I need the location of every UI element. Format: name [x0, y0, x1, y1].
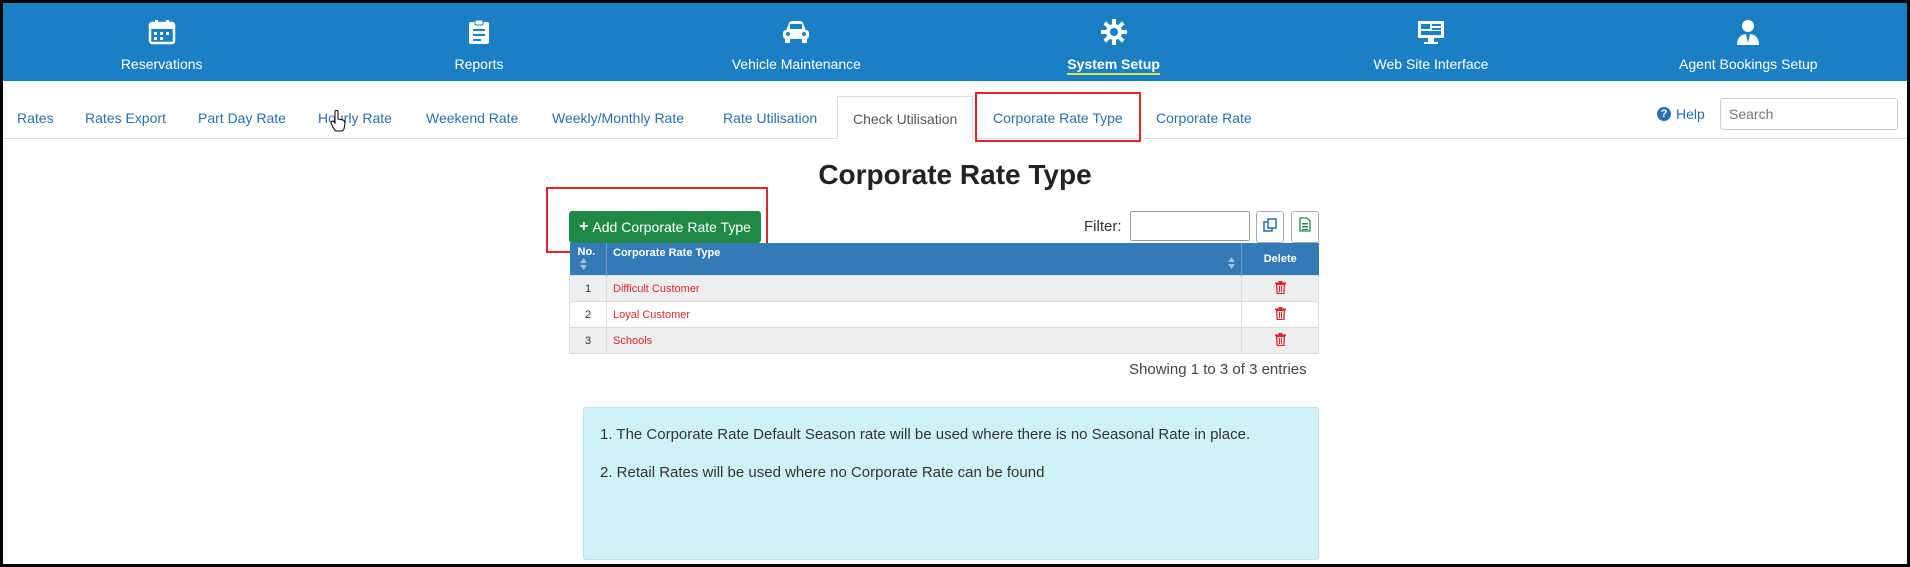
table-row: 1 Difficult Customer	[569, 275, 1319, 302]
info-alert: 1. The Corporate Rate Default Season rat…	[583, 407, 1319, 560]
calendar-icon	[147, 17, 177, 47]
hand-cursor-icon	[330, 110, 346, 137]
nav-vehicle-maintenance[interactable]: Vehicle Maintenance	[638, 3, 955, 81]
search-input[interactable]	[1720, 98, 1898, 130]
trash-icon	[1274, 332, 1286, 349]
trash-icon	[1274, 306, 1286, 323]
tab-corporate-rate[interactable]: Corporate Rate	[1156, 96, 1252, 138]
row-number: 3	[569, 327, 607, 354]
filter-label: Filter:	[1084, 218, 1122, 235]
nav-label: Agent Bookings Setup	[1679, 56, 1818, 72]
highlight-corporate-rate-type-tab	[975, 92, 1141, 142]
corporate-rate-type-link[interactable]: Schools	[606, 327, 1242, 354]
delete-button[interactable]	[1241, 301, 1319, 328]
top-navigation: Reservations Reports Vehicle Maintenance…	[3, 3, 1907, 81]
delete-button[interactable]	[1241, 275, 1319, 302]
table-info-text: Showing 1 to 3 of 3 entries	[1129, 361, 1307, 378]
nav-label: Reports	[454, 56, 504, 72]
app-window: Reservations Reports Vehicle Maintenance…	[3, 3, 1907, 564]
copy-icon	[1263, 217, 1277, 237]
nav-web-site-interface[interactable]: Web Site Interface	[1272, 3, 1589, 81]
export-excel-button[interactable]	[1291, 211, 1319, 243]
sort-icon	[579, 257, 587, 273]
nav-reports[interactable]: Reports	[320, 3, 637, 81]
nav-label: Reservations	[120, 56, 203, 72]
tab-rates[interactable]: Rates	[17, 96, 54, 138]
table-row: 3 Schools	[569, 327, 1319, 354]
info-line-1: 1. The Corporate Rate Default Season rat…	[600, 426, 1251, 443]
table-header-row: No. Corporate Rate Type Delete	[569, 243, 1319, 276]
help-link[interactable]: ? Help	[1657, 106, 1705, 122]
clipboard-icon	[464, 17, 494, 47]
nav-system-setup[interactable]: System Setup	[955, 3, 1272, 81]
column-header-delete: Delete	[1241, 243, 1319, 276]
row-number: 1	[569, 275, 607, 302]
nav-label: System Setup	[1067, 56, 1160, 75]
page-title: Corporate Rate Type	[818, 159, 1092, 190]
gear-icon	[1099, 17, 1129, 47]
tab-check-utilisation[interactable]: Check Utilisation	[837, 96, 974, 139]
corporate-rate-type-link[interactable]: Loyal Customer	[606, 301, 1242, 328]
tab-weekly-monthly-rate[interactable]: Weekly/Monthly Rate	[552, 96, 684, 138]
nav-label: Vehicle Maintenance	[731, 56, 861, 72]
nav-label: Web Site Interface	[1373, 56, 1489, 72]
table-row: 2 Loyal Customer	[569, 301, 1319, 328]
row-number: 2	[569, 301, 607, 328]
spreadsheet-icon	[1299, 217, 1311, 237]
tab-weekend-rate[interactable]: Weekend Rate	[426, 96, 518, 138]
tab-part-day-rate[interactable]: Part Day Rate	[198, 96, 286, 138]
agent-icon	[1733, 17, 1763, 47]
monitor-icon	[1416, 17, 1446, 47]
corporate-rate-type-table: No. Corporate Rate Type Delete 1 Difficu…	[569, 243, 1319, 354]
help-label: Help	[1676, 106, 1705, 122]
rates-subtabs: Rates Rates Export Part Day Rate Hourly …	[3, 96, 1907, 139]
tab-rates-export[interactable]: Rates Export	[85, 96, 166, 138]
car-icon	[781, 17, 811, 47]
copy-button[interactable]	[1256, 211, 1284, 243]
tab-rate-utilisation[interactable]: Rate Utilisation	[723, 96, 817, 138]
corporate-rate-type-link[interactable]: Difficult Customer	[606, 275, 1242, 302]
column-header-corporate-rate-type[interactable]: Corporate Rate Type	[606, 243, 1242, 276]
delete-button[interactable]	[1241, 327, 1319, 354]
help-icon: ?	[1657, 107, 1671, 121]
nav-reservations[interactable]: Reservations	[3, 3, 320, 81]
info-line-2: 2. Retail Rates will be used where no Co…	[600, 464, 1045, 481]
nav-agent-bookings-setup[interactable]: Agent Bookings Setup	[1590, 3, 1907, 81]
filter-input[interactable]	[1130, 211, 1250, 241]
sort-icon	[1228, 256, 1235, 272]
column-header-no[interactable]: No.	[569, 243, 607, 276]
trash-icon	[1274, 280, 1286, 297]
